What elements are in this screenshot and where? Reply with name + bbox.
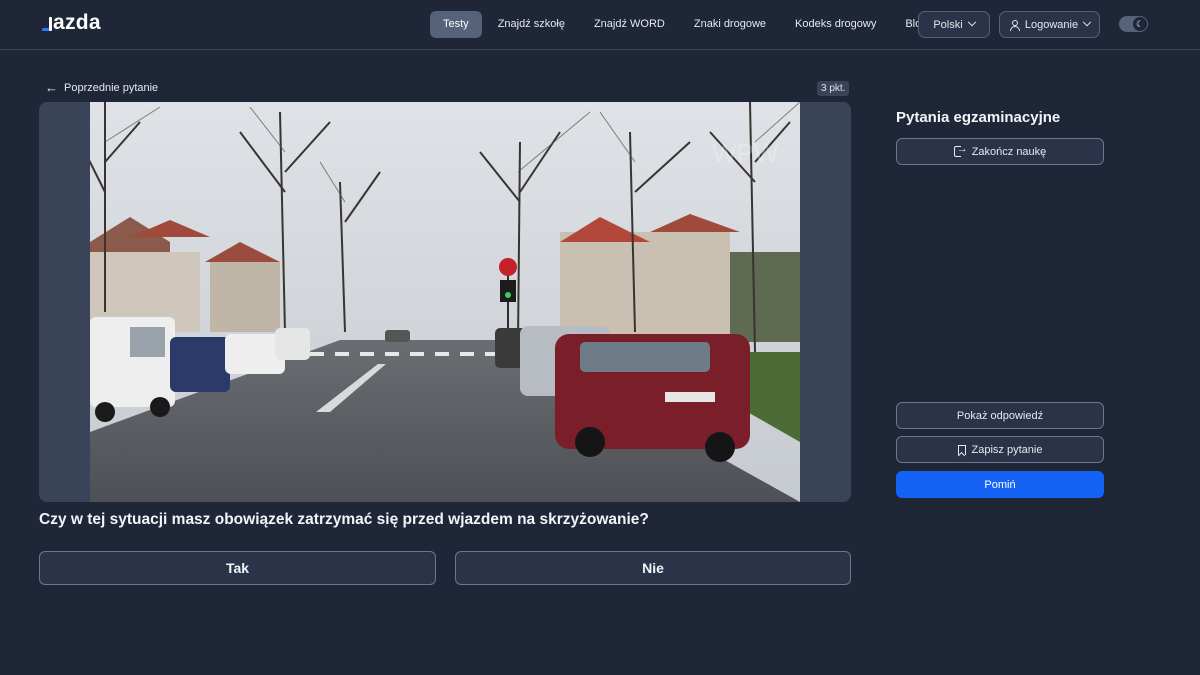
main-nav: Testy Znajdź szkołę Znajdź WORD Znaki dr… bbox=[430, 11, 940, 38]
street-scene-image: WPW bbox=[90, 102, 800, 502]
svg-text:WPW: WPW bbox=[712, 138, 779, 168]
sidebar-title: Pytania egzaminacyjne bbox=[896, 109, 1061, 126]
end-study-button[interactable]: Zakończ naukę bbox=[896, 138, 1104, 165]
chevron-down-icon bbox=[967, 17, 976, 26]
previous-question-label: Poprzednie pytanie bbox=[64, 81, 159, 94]
end-study-label: Zakończ naukę bbox=[971, 145, 1047, 158]
login-label: Logowanie bbox=[1024, 18, 1079, 31]
points-badge: 3 pkt. bbox=[817, 81, 850, 96]
save-question-button[interactable]: Zapisz pytanie bbox=[896, 436, 1104, 463]
nav-item-testy[interactable]: Testy bbox=[430, 11, 482, 38]
logo[interactable]: azda bbox=[42, 11, 101, 35]
save-question-label: Zapisz pytanie bbox=[971, 443, 1043, 456]
language-label: Polski bbox=[933, 18, 963, 31]
chevron-down-icon bbox=[1082, 17, 1092, 26]
top-navbar: azda Testy Znajdź szkołę Znajdź WORD Zna… bbox=[0, 0, 1200, 50]
login-button[interactable]: Logowanie bbox=[999, 11, 1100, 38]
nav-item-road-signs[interactable]: Znaki drogowe bbox=[681, 11, 779, 38]
nav-item-find-school[interactable]: Znajdź szkołę bbox=[485, 11, 578, 38]
nav-item-road-code[interactable]: Kodeks drogowy bbox=[782, 11, 889, 38]
theme-toggle[interactable]: ☾ bbox=[1119, 16, 1148, 32]
arrow-left-icon: ← bbox=[45, 80, 58, 95]
show-answer-button[interactable]: Pokaż odpowiedź bbox=[896, 402, 1104, 429]
previous-question-link[interactable]: ← Poprzednie pytanie bbox=[45, 81, 158, 94]
language-select[interactable]: Polski bbox=[918, 11, 990, 38]
nav-item-find-word[interactable]: Znajdź WORD bbox=[581, 11, 678, 38]
answer-no-button[interactable]: Nie bbox=[455, 551, 851, 585]
skip-button[interactable]: Pomiń bbox=[896, 471, 1104, 498]
answer-yes-button[interactable]: Tak bbox=[39, 551, 436, 585]
logo-mark-icon bbox=[42, 13, 52, 33]
moon-icon: ☾ bbox=[1133, 17, 1147, 31]
user-icon bbox=[1009, 19, 1020, 31]
exit-icon bbox=[953, 143, 968, 157]
question-media: WPW bbox=[39, 102, 851, 502]
skip-label: Pomiń bbox=[984, 478, 1016, 491]
show-answer-label: Pokaż odpowiedź bbox=[956, 409, 1044, 422]
bookmark-icon bbox=[957, 444, 966, 455]
question-text: Czy w tej sytuacji masz obowiązek zatrzy… bbox=[39, 511, 649, 528]
logo-text: azda bbox=[53, 11, 101, 34]
